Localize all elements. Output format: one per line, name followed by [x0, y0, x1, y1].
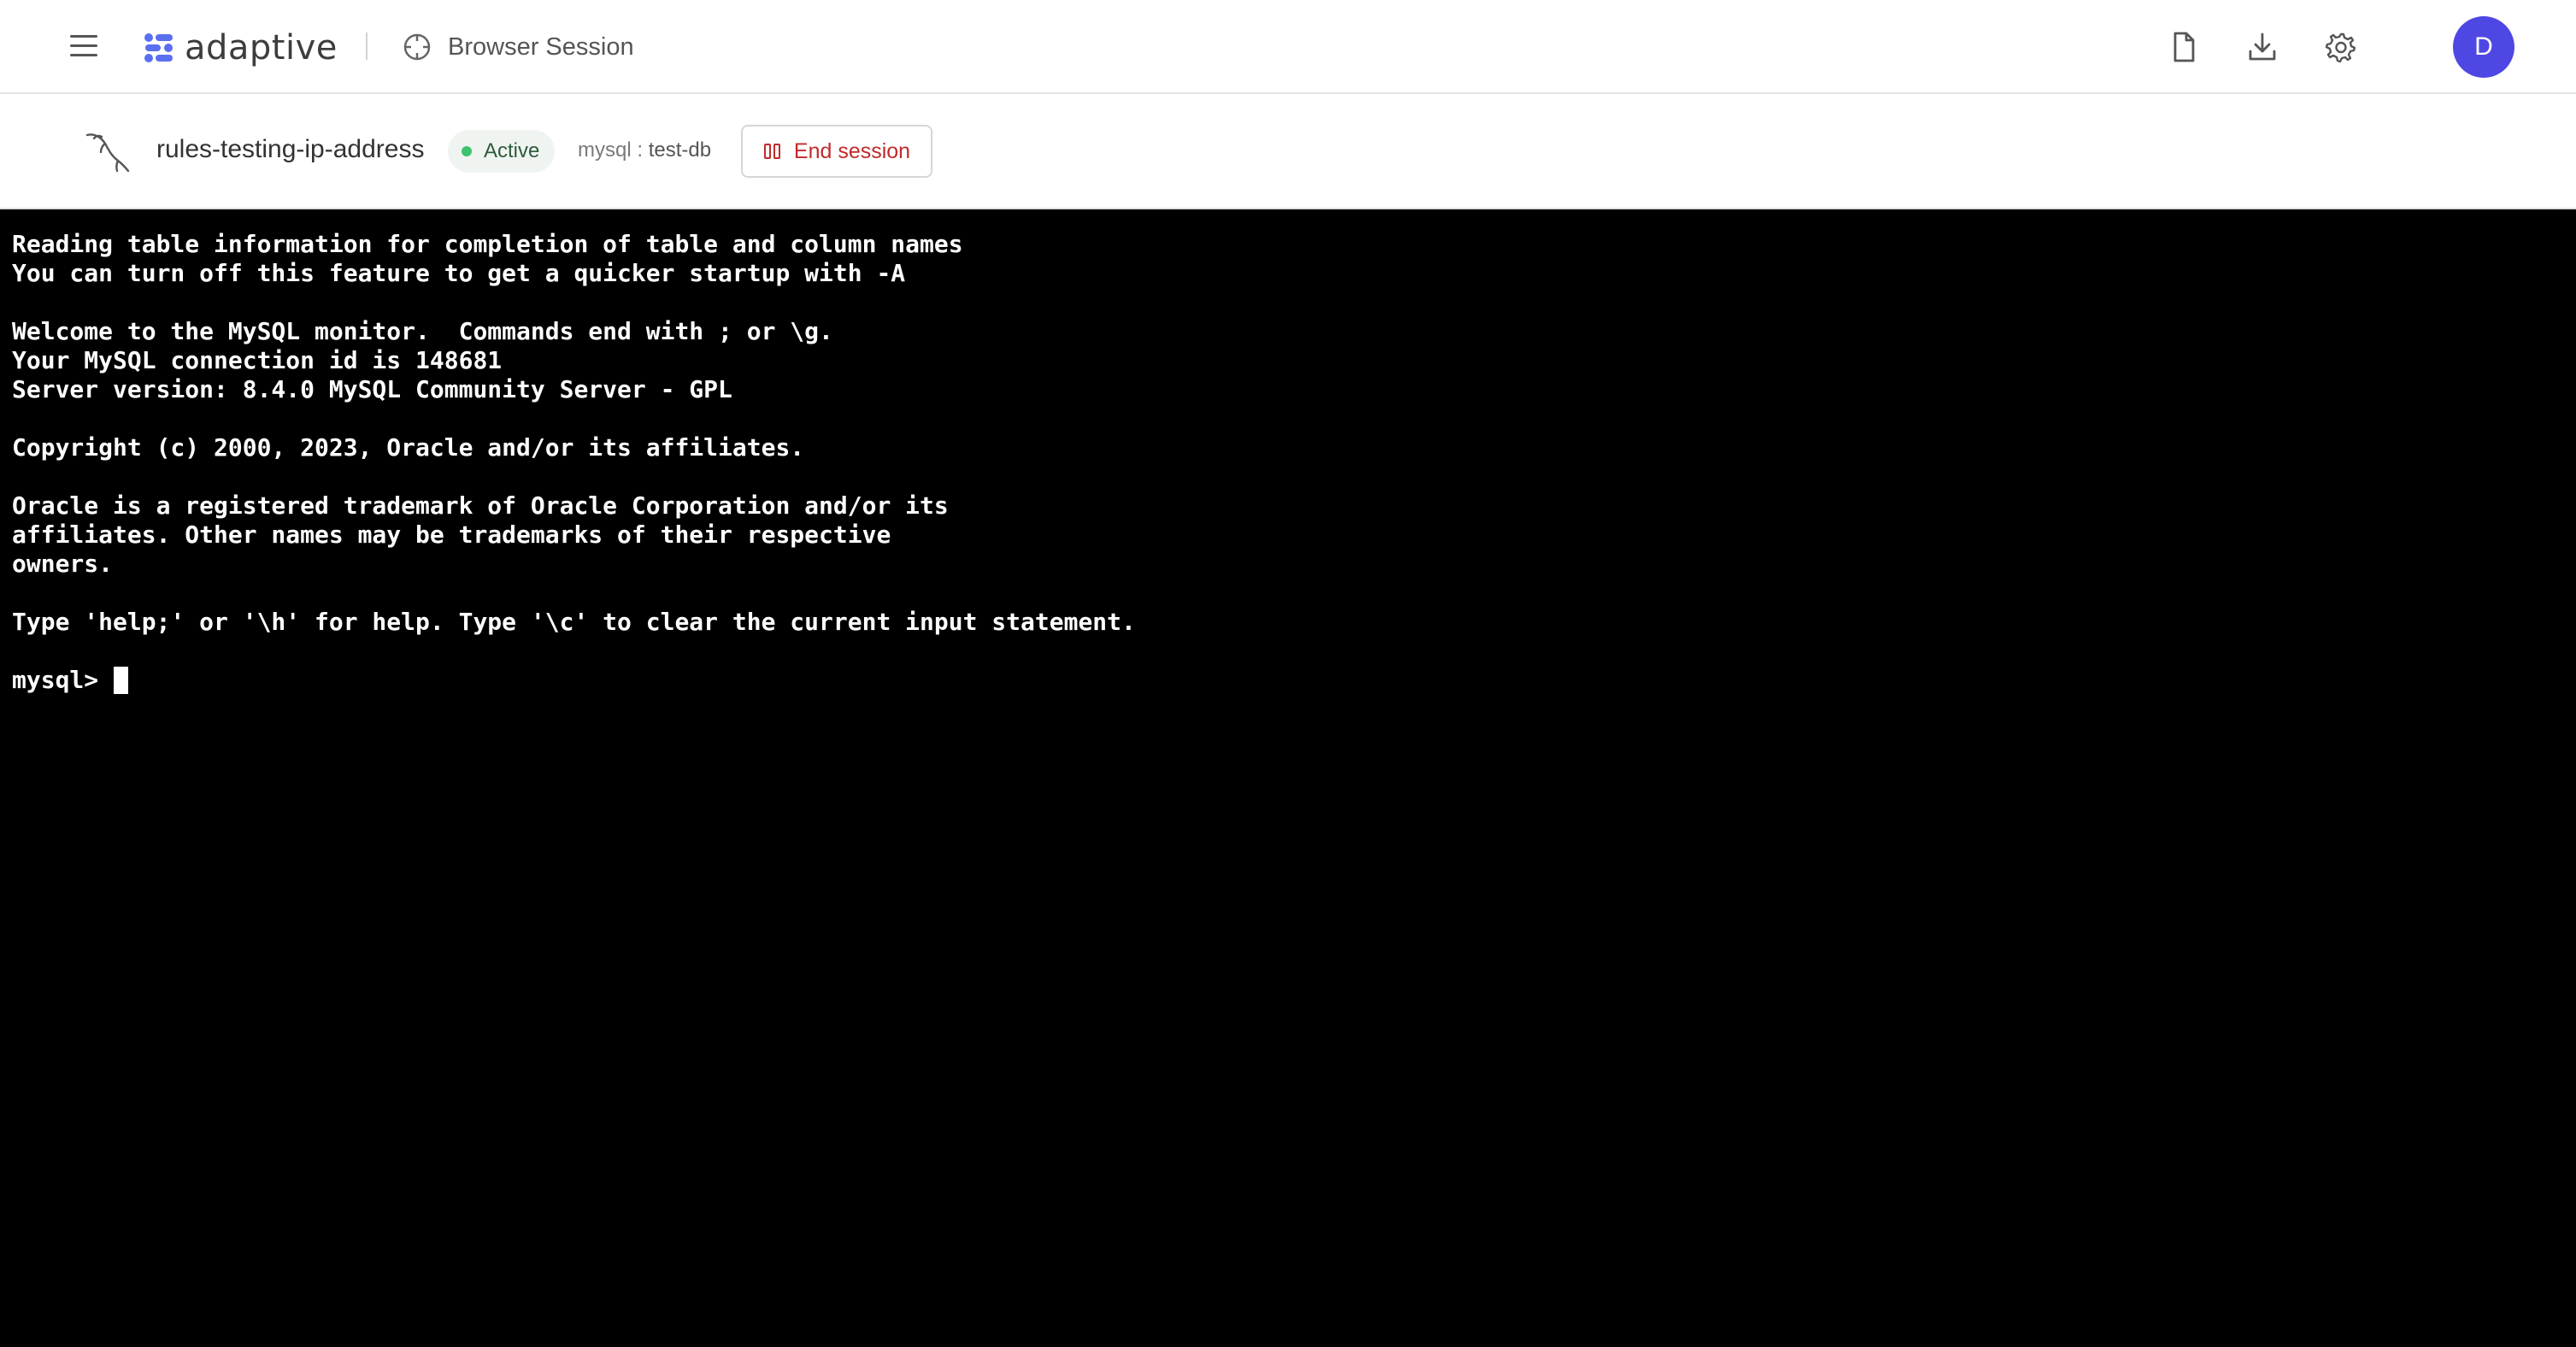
crosshair-icon	[403, 33, 431, 61]
top-navigation-bar: adaptive Browser Session D	[0, 0, 2576, 94]
terminal-line: Your MySQL connection id is 148681	[12, 346, 503, 374]
status-dot-icon	[462, 146, 472, 156]
database-type: mysql	[578, 138, 632, 162]
terminal-line: Oracle is a registered trademark of Orac…	[12, 491, 949, 520]
header-divider	[366, 32, 368, 60]
terminal-line: Welcome to the MySQL monitor. Commands e…	[12, 317, 833, 345]
page-title-text: Browser Session	[448, 32, 634, 61]
terminal-line: You can turn off this feature to get a q…	[12, 259, 906, 287]
download-icon[interactable]	[2244, 29, 2280, 65]
page-title: Browser Session	[402, 26, 634, 68]
terminal-line: owners.	[12, 550, 114, 578]
brand-name: adaptive	[185, 28, 338, 68]
brand-logo[interactable]: adaptive	[142, 26, 338, 70]
adaptive-logo-icon	[144, 33, 173, 62]
terminal[interactable]: Reading table information for completion…	[0, 211, 2576, 1347]
terminal-line: Type 'help;' or '\h' for help. Type '\c'…	[12, 608, 1136, 636]
terminal-line: affiliates. Other names may be trademark…	[12, 521, 891, 549]
settings-gear-icon[interactable]	[2323, 29, 2359, 65]
mysql-dolphin-icon	[85, 133, 130, 173]
end-session-label: End session	[793, 138, 911, 163]
status-badge: Active	[448, 130, 556, 173]
database-info: mysql : test-db	[578, 138, 711, 162]
document-icon[interactable]	[2166, 29, 2202, 65]
end-session-button[interactable]: End session	[741, 125, 932, 178]
end-session-icon	[763, 144, 780, 159]
session-info-bar: rules-testing-ip-address Active mysql : …	[0, 94, 2576, 209]
database-name: test-db	[648, 138, 712, 162]
terminal-line: Reading table information for completion…	[12, 230, 963, 258]
menu-icon[interactable]	[67, 32, 101, 60]
terminal-prompt-line[interactable]: mysql>	[12, 666, 2564, 695]
terminal-prompt: mysql>	[12, 666, 99, 694]
connection-name: rules-testing-ip-address	[156, 135, 425, 163]
terminal-line: Server version: 8.4.0 MySQL Community Se…	[12, 375, 732, 403]
user-avatar[interactable]: D	[2453, 16, 2514, 78]
terminal-cursor	[114, 667, 129, 694]
database-separator: :	[631, 138, 649, 162]
status-text: Active	[484, 139, 540, 162]
terminal-line: Copyright (c) 2000, 2023, Oracle and/or …	[12, 433, 805, 462]
